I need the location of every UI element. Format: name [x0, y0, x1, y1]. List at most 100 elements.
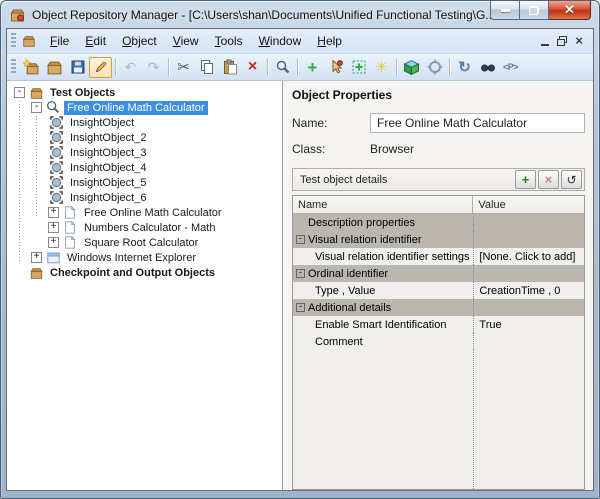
row-value[interactable] — [473, 265, 584, 282]
delete-icon: × — [544, 172, 553, 187]
tree-expander[interactable]: + — [48, 222, 59, 233]
add-icon: + — [521, 172, 530, 187]
tree-item-insight-object[interactable]: InsightObject_2 — [7, 130, 282, 145]
toolbar-grip[interactable] — [11, 59, 16, 75]
restore-defaults-button[interactable]: ↺ — [561, 170, 582, 189]
redo-icon[interactable]: ↷ — [142, 57, 165, 78]
table-row-visual-relation-identifier[interactable]: - Visual relation identifier — [293, 231, 584, 248]
row-value[interactable]: [None. Click to add] — [473, 248, 584, 265]
toolbar-separator — [396, 58, 397, 76]
delete-icon[interactable]: × — [241, 57, 264, 78]
tree-item-browser[interactable]: - Free Online Math Calculator — [7, 100, 282, 115]
row-value[interactable]: CreationTime , 0 — [473, 282, 584, 299]
tree-guide-line — [19, 101, 20, 261]
menu-window[interactable]: Window — [251, 31, 310, 51]
locate-icon[interactable] — [423, 57, 446, 78]
spy-icon[interactable] — [476, 57, 499, 78]
row-expander[interactable] — [296, 218, 305, 227]
repository-folder-icon — [28, 265, 44, 281]
column-header-value[interactable]: Value — [473, 196, 584, 213]
table-row-ordinal-identifier[interactable]: - Ordinal identifier — [293, 265, 584, 282]
tree-item-insight-object[interactable]: InsightObject_3 — [7, 145, 282, 160]
paste-icon[interactable] — [218, 57, 241, 78]
object-cube-icon[interactable] — [400, 57, 423, 78]
close-button[interactable]: ✕ — [549, 1, 591, 20]
tree-expander[interactable]: - — [31, 102, 42, 113]
add-objects-icon[interactable]: + — [301, 57, 324, 78]
menu-tools[interactable]: Tools — [207, 31, 251, 51]
tree-item-test-objects[interactable]: - Test Objects — [7, 85, 282, 100]
row-value[interactable]: True — [473, 316, 584, 333]
menu-file[interactable]: File — [42, 31, 77, 51]
tree-item-internet-explorer[interactable]: + Windows Internet Explorer — [7, 250, 282, 265]
insight-object-icon — [48, 145, 64, 161]
browser-icon — [45, 100, 61, 116]
table-header-row[interactable]: Name Value — [293, 196, 584, 214]
menu-edit[interactable]: Edit — [77, 31, 114, 51]
column-header-name[interactable]: Name — [293, 196, 474, 213]
menu-object[interactable]: Object — [114, 31, 165, 51]
tree-expander[interactable]: - — [14, 87, 25, 98]
app-icon — [10, 9, 25, 21]
row-value[interactable] — [473, 214, 584, 231]
open-repository-icon[interactable] — [43, 57, 66, 78]
row-value[interactable] — [473, 333, 584, 350]
find-icon[interactable] — [271, 57, 294, 78]
insight-object-icon — [48, 130, 64, 146]
tree-expander[interactable] — [14, 267, 25, 278]
mdi-restore-icon[interactable] — [557, 36, 568, 46]
name-input[interactable] — [370, 113, 585, 133]
tree-item-page[interactable]: + Square Root Calculator — [7, 235, 282, 250]
define-new-test-object-icon[interactable] — [347, 57, 370, 78]
mdi-close-icon[interactable]: × — [575, 34, 583, 47]
insight-object-icon[interactable]: ✳ — [370, 57, 393, 78]
cut-icon[interactable]: ✂ — [172, 57, 195, 78]
row-value[interactable] — [473, 299, 584, 316]
menu-view[interactable]: View — [165, 31, 207, 51]
menubar-grip[interactable] — [11, 33, 16, 49]
tree-guide-line — [36, 116, 37, 217]
copy-icon[interactable] — [195, 57, 218, 78]
tree-expander[interactable]: + — [48, 207, 59, 218]
tree-item-page[interactable]: + Numbers Calculator - Math — [7, 220, 282, 235]
row-name: Type , Value — [315, 284, 376, 297]
row-value[interactable] — [473, 231, 584, 248]
tree-item-label: InsightObject_2 — [70, 131, 147, 144]
table-row-additional-details[interactable]: - Additional details — [293, 299, 584, 316]
tree-item-insight-object[interactable]: InsightObject_5 — [7, 175, 282, 190]
restore-icon: ↺ — [566, 172, 577, 187]
object-properties-panel: Object Properties Name: Class: Browser T… — [283, 81, 593, 490]
save-icon[interactable] — [66, 57, 89, 78]
delete-property-button[interactable]: × — [538, 170, 559, 189]
table-row-vri-settings[interactable]: Visual relation identifier settings [Non… — [293, 248, 584, 265]
tree-item-insight-object[interactable]: InsightObject_6 — [7, 190, 282, 205]
tree-item-page[interactable]: + Free Online Math Calculator — [7, 205, 282, 220]
tree-item-insight-object[interactable]: InsightObject — [7, 115, 282, 130]
new-repository-icon[interactable] — [20, 57, 43, 78]
table-row-type-value[interactable]: Type , Value CreationTime , 0 — [293, 282, 584, 299]
title-bar[interactable]: Object Repository Manager - [C:\Users\sh… — [1, 1, 599, 28]
add-property-button[interactable]: + — [515, 170, 536, 189]
tree-expander[interactable]: + — [48, 237, 59, 248]
tree-expander[interactable]: + — [31, 252, 42, 263]
restore-button[interactable] — [520, 1, 549, 20]
parameter-icon[interactable]: <P> — [499, 57, 522, 78]
tree-item-checkpoint-objects[interactable]: Checkpoint and Output Objects — [7, 265, 282, 280]
row-expander[interactable]: - — [296, 235, 305, 244]
row-name: Additional details — [308, 301, 392, 314]
menu-help[interactable]: Help — [309, 31, 350, 51]
row-expander[interactable]: - — [296, 269, 305, 278]
mdi-minimize-icon[interactable] — [541, 43, 550, 46]
details-title: Test object details — [300, 173, 388, 186]
undo-icon[interactable]: ↶ — [119, 57, 142, 78]
edit-pencil-icon[interactable] — [89, 56, 112, 78]
update-from-application-icon[interactable]: ↻ — [453, 57, 476, 78]
tree-item-insight-object[interactable]: InsightObject_4 — [7, 160, 282, 175]
table-row-description-properties[interactable]: Description properties — [293, 214, 584, 231]
minimize-button[interactable] — [490, 1, 520, 20]
table-row-smart-identification[interactable]: Enable Smart Identification True — [293, 316, 584, 333]
add-object-pointer-icon[interactable] — [324, 57, 347, 78]
tree-item-label: Free Online Math Calculator — [64, 100, 208, 115]
row-expander[interactable]: - — [296, 303, 305, 312]
table-row-comment[interactable]: Comment — [293, 333, 584, 350]
